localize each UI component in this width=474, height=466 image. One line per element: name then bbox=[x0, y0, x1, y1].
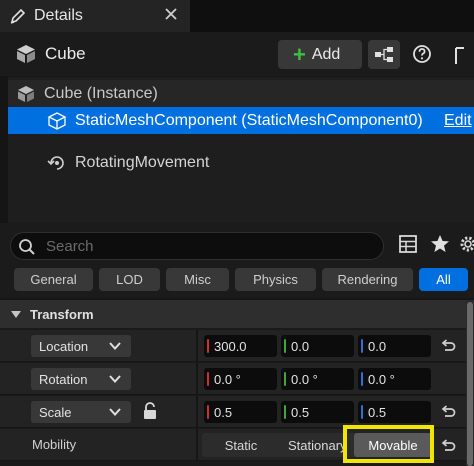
y-axis-marker bbox=[284, 372, 286, 386]
x-axis-marker bbox=[207, 405, 209, 419]
column-divider bbox=[196, 429, 198, 460]
tab-title: Details bbox=[34, 7, 83, 24]
transform-section-header[interactable]: Transform bbox=[0, 300, 466, 328]
hierarchy-icon bbox=[375, 47, 393, 62]
z-axis-marker bbox=[361, 372, 363, 386]
field-value: 0.5 bbox=[368, 404, 387, 420]
component-tree: Cube (Instance) StaticMeshComponent (Sta… bbox=[8, 77, 474, 223]
rotating-movement-icon bbox=[47, 155, 64, 170]
field-value: 0.0 ° bbox=[291, 371, 318, 387]
rotation-x-field[interactable]: 0.0 ° bbox=[204, 368, 277, 390]
filter-lod[interactable]: LOD bbox=[99, 268, 160, 291]
search-icon bbox=[19, 239, 35, 255]
field-value: 0.5 bbox=[291, 404, 310, 420]
column-divider bbox=[196, 363, 198, 394]
field-value: 0.0 ° bbox=[368, 371, 395, 387]
expand-arrow-icon bbox=[11, 310, 21, 318]
tree-item-rotating-movement[interactable]: RotatingMovement bbox=[8, 149, 474, 176]
tab-bar: Details bbox=[0, 0, 474, 32]
x-axis-marker bbox=[207, 372, 209, 386]
location-mode-dropdown[interactable]: Location bbox=[31, 335, 131, 357]
field-value: 0.5 bbox=[214, 404, 233, 420]
y-axis-marker bbox=[284, 339, 286, 353]
unlock-icon[interactable] bbox=[142, 402, 158, 420]
rotation-mode-dropdown[interactable]: Rotation bbox=[31, 368, 131, 390]
star-icon[interactable] bbox=[430, 234, 450, 254]
tab-details[interactable]: Details bbox=[0, 0, 190, 32]
add-component-button[interactable]: + Add bbox=[278, 40, 362, 69]
field-value: 0.0 bbox=[368, 338, 387, 354]
chevron-down-icon bbox=[109, 342, 121, 350]
scale-mode-dropdown[interactable]: Scale bbox=[31, 401, 131, 423]
edit-link[interactable]: Edit bbox=[444, 112, 472, 130]
scale-y-field[interactable]: 0.5 bbox=[281, 401, 354, 423]
location-x-field[interactable]: 300.0 bbox=[204, 335, 277, 357]
tree-item-instance[interactable]: Cube (Instance) bbox=[8, 80, 474, 107]
dropdown-label: Scale bbox=[39, 404, 72, 420]
rotation-z-field[interactable]: 0.0 ° bbox=[358, 368, 431, 390]
z-axis-marker bbox=[361, 405, 363, 419]
tree-item-static-mesh-component[interactable]: StaticMeshComponent (StaticMeshComponent… bbox=[8, 107, 474, 134]
cube-icon bbox=[17, 45, 35, 63]
mobility-option-stationary[interactable]: Stationary bbox=[280, 433, 344, 457]
scale-x-field[interactable]: 0.5 bbox=[204, 401, 277, 423]
location-y-field[interactable]: 0.0 bbox=[281, 335, 354, 357]
dropdown-label: Location bbox=[39, 338, 89, 354]
location-row: Location 300.0 0.0 0.0 bbox=[0, 330, 466, 362]
reset-arrow-icon[interactable] bbox=[440, 404, 456, 420]
z-axis-marker bbox=[361, 339, 363, 353]
tree-item-label: RotatingMovement bbox=[75, 153, 210, 171]
gear-icon[interactable] bbox=[458, 234, 474, 254]
tree-item-label: Cube (Instance) bbox=[44, 84, 158, 102]
scale-z-field[interactable]: 0.5 bbox=[358, 401, 431, 423]
x-axis-marker bbox=[207, 339, 209, 353]
filter-general[interactable]: General bbox=[14, 268, 93, 291]
search-placeholder: Search bbox=[46, 238, 94, 255]
actor-name: Cube bbox=[45, 44, 86, 63]
highlight-box bbox=[343, 425, 434, 463]
lock-panel-icon[interactable] bbox=[452, 44, 474, 66]
reset-arrow-icon[interactable] bbox=[440, 338, 456, 354]
property-matrix-icon[interactable] bbox=[399, 235, 417, 253]
column-divider bbox=[196, 396, 198, 427]
details-header: Cube + Add bbox=[0, 32, 474, 76]
search-bar-area: Search bbox=[0, 223, 474, 268]
pencil-icon bbox=[10, 8, 26, 24]
rotation-y-field[interactable]: 0.0 ° bbox=[281, 368, 354, 390]
field-value: 0.0 ° bbox=[214, 371, 241, 387]
cube-icon bbox=[18, 85, 34, 102]
static-mesh-icon bbox=[47, 111, 67, 130]
tree-item-label: StaticMeshComponent (StaticMeshComponent… bbox=[75, 111, 423, 129]
category-filter-bar: General LOD Misc Physics Rendering All bbox=[0, 268, 474, 298]
dropdown-label: Rotation bbox=[39, 371, 88, 387]
section-title: Transform bbox=[30, 306, 94, 322]
reset-arrow-icon[interactable] bbox=[440, 438, 456, 454]
search-input[interactable]: Search bbox=[10, 232, 384, 260]
plus-icon: + bbox=[293, 41, 306, 67]
mobility-option-static[interactable]: Static bbox=[202, 433, 280, 457]
hierarchy-button[interactable] bbox=[368, 40, 400, 69]
mobility-label: Mobility bbox=[32, 437, 77, 452]
filter-rendering[interactable]: Rendering bbox=[322, 268, 413, 291]
field-value: 300.0 bbox=[214, 338, 247, 354]
field-value: 0.0 bbox=[291, 338, 310, 354]
scrollbar-thumb[interactable] bbox=[467, 302, 473, 466]
chevron-down-icon bbox=[109, 408, 121, 416]
column-divider bbox=[196, 330, 198, 361]
add-button-label: Add bbox=[311, 45, 341, 63]
y-axis-marker bbox=[284, 405, 286, 419]
scale-row: Scale 0.5 0.5 0.5 bbox=[0, 396, 466, 428]
rotation-row: Rotation 0.0 ° 0.0 ° 0.0 ° bbox=[0, 363, 466, 395]
help-icon[interactable] bbox=[412, 44, 432, 64]
details-scrollbar[interactable] bbox=[466, 300, 474, 466]
chevron-down-icon bbox=[109, 375, 121, 383]
filter-misc[interactable]: Misc bbox=[166, 268, 229, 291]
close-icon[interactable] bbox=[164, 7, 178, 21]
location-z-field[interactable]: 0.0 bbox=[358, 335, 431, 357]
filter-physics[interactable]: Physics bbox=[235, 268, 316, 291]
filter-all[interactable]: All bbox=[419, 268, 468, 291]
